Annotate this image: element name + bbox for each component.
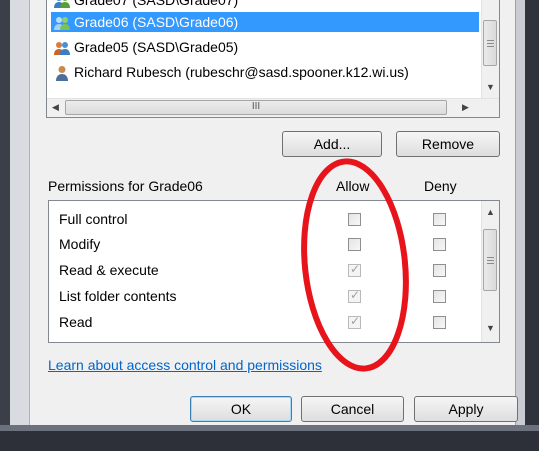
group-icon xyxy=(53,40,71,56)
scroll-down-arrow-icon[interactable]: ▼ xyxy=(486,82,495,92)
permission-row-partial xyxy=(49,337,481,342)
scrollbar-thumb[interactable] xyxy=(483,229,497,291)
users-vertical-scrollbar[interactable]: ▼ xyxy=(481,0,499,98)
list-item-label: Grade06 (SASD\Grade06) xyxy=(74,14,239,30)
window-edge-left xyxy=(0,0,10,451)
scroll-down-arrow-icon[interactable]: ▼ xyxy=(486,323,495,333)
permissions-vertical-scrollbar[interactable]: ▲ ▼ xyxy=(481,201,499,342)
permission-row-full-control: Full control xyxy=(49,207,481,233)
allow-checkbox-full-control[interactable] xyxy=(348,213,361,226)
list-item-grade05[interactable]: Grade05 (SASD\Grade05) xyxy=(53,37,238,57)
user-icon xyxy=(53,65,71,82)
permissions-title: Permissions for Grade06 xyxy=(48,178,203,194)
list-item-label: Grade05 (SASD\Grade05) xyxy=(74,39,239,55)
users-horizontal-scrollbar[interactable]: ◀ III ▶ xyxy=(47,98,499,117)
scrollbar-thumb[interactable] xyxy=(483,20,497,66)
permission-row-modify: Modify xyxy=(49,232,481,258)
window-edge-right xyxy=(525,0,539,451)
cancel-button[interactable]: Cancel xyxy=(301,396,404,422)
deny-checkbox-full-control[interactable] xyxy=(433,213,446,226)
apply-button[interactable]: Apply xyxy=(414,396,518,422)
checkmark-icon: ✓ xyxy=(350,314,361,328)
permission-label: Full control xyxy=(59,211,128,227)
list-item-richard-rubesch[interactable]: Richard Rubesch (rubeschr@sasd.spooner.k… xyxy=(53,62,409,82)
allow-checkbox-read-execute[interactable]: ✓ xyxy=(348,262,361,277)
scrollbar-grip: III xyxy=(251,101,261,112)
allow-checkbox-read[interactable]: ✓ xyxy=(348,314,361,329)
scrollbar-thumb[interactable]: III xyxy=(65,100,447,115)
deny-column-header: Deny xyxy=(424,178,457,194)
window-frame-left xyxy=(10,0,30,431)
allow-checkbox-list-folder-contents[interactable]: ✓ xyxy=(348,288,361,303)
permissions-list: Full control Modify Read & execute ✓ Lis… xyxy=(48,200,500,343)
permission-label: Modify xyxy=(59,236,101,252)
ok-button[interactable]: OK xyxy=(190,396,292,422)
group-user-list[interactable]: Grade07 (SASD\Grade07) Grade06 (SASD\Gra… xyxy=(46,0,500,118)
permission-row-read: Read ✓ xyxy=(49,310,481,336)
deny-checkbox-modify[interactable] xyxy=(433,238,446,251)
learn-access-control-link[interactable]: Learn about access control and permissio… xyxy=(48,357,322,373)
scroll-left-arrow-icon[interactable]: ◀ xyxy=(52,102,59,113)
group-icon xyxy=(53,15,71,31)
permission-label: Read & execute xyxy=(59,262,159,278)
checkmark-icon: ✓ xyxy=(350,262,361,276)
permission-label: List folder contents xyxy=(59,288,177,304)
deny-checkbox-list-folder-contents[interactable] xyxy=(433,290,446,303)
remove-button[interactable]: Remove xyxy=(396,131,500,157)
add-button[interactable]: Add... xyxy=(282,131,382,157)
scroll-right-arrow-icon[interactable]: ▶ xyxy=(462,102,469,113)
scroll-up-arrow-icon[interactable]: ▲ xyxy=(486,207,495,217)
allow-checkbox-modify[interactable] xyxy=(348,238,361,251)
list-item-grade07[interactable]: Grade07 (SASD\Grade07) xyxy=(53,0,238,10)
window-edge-bottom xyxy=(0,431,539,451)
checkmark-icon: ✓ xyxy=(350,288,361,302)
permission-row-list-folder-contents: List folder contents ✓ xyxy=(49,284,481,310)
group-icon xyxy=(53,0,71,9)
list-item-label: Grade07 (SASD\Grade07) xyxy=(74,0,239,8)
window-frame-right xyxy=(515,0,525,431)
allow-column-header: Allow xyxy=(336,178,370,194)
permission-row-read-execute: Read & execute ✓ xyxy=(49,258,481,284)
deny-checkbox-read[interactable] xyxy=(433,316,446,329)
deny-checkbox-read-execute[interactable] xyxy=(433,264,446,277)
list-item-grade06[interactable]: Grade06 (SASD\Grade06) xyxy=(51,12,479,32)
permission-label: Read xyxy=(59,314,93,330)
list-item-label: Richard Rubesch (rubeschr@sasd.spooner.k… xyxy=(74,64,409,80)
